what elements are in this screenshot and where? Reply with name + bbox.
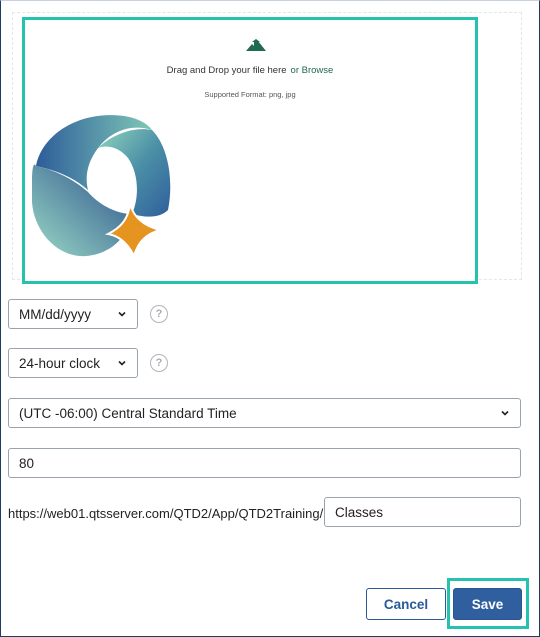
drop-instructions: Drag and Drop your file here or Browse <box>25 65 475 76</box>
logo-upload-dropzone[interactable]: Drag and Drop your file here or Browse Su… <box>22 17 478 284</box>
logo-preview-image <box>32 115 171 259</box>
time-format-help-icon[interactable]: ? <box>150 354 168 372</box>
browse-link[interactable]: or Browse <box>291 65 334 76</box>
save-button[interactable]: Save <box>453 588 522 620</box>
chevron-down-icon <box>118 311 126 317</box>
drag-drop-text: Drag and Drop your file here <box>166 65 287 76</box>
date-format-select[interactable]: MM/dd/yyyy <box>8 299 138 329</box>
timezone-value: (UTC -06:00) Central Standard Time <box>19 405 237 421</box>
chevron-down-icon <box>118 360 126 366</box>
supported-formats-text: Supported Format: png, jpg <box>204 90 296 99</box>
url-suffix-input[interactable] <box>324 497 521 527</box>
timezone-select[interactable]: (UTC -06:00) Central Standard Time <box>8 398 521 428</box>
upload-icon <box>246 39 266 51</box>
chevron-down-icon <box>501 410 509 416</box>
date-format-help-icon[interactable]: ? <box>150 305 168 323</box>
time-format-value: 24-hour clock <box>19 355 101 371</box>
date-format-value: MM/dd/yyyy <box>19 306 92 322</box>
cancel-button[interactable]: Cancel <box>366 588 446 620</box>
time-format-select[interactable]: 24-hour clock <box>8 348 138 378</box>
numeric-input[interactable] <box>8 448 521 478</box>
url-prefix-text: https://web01.qtsserver.com/QTD2/App/QTD… <box>8 506 324 521</box>
